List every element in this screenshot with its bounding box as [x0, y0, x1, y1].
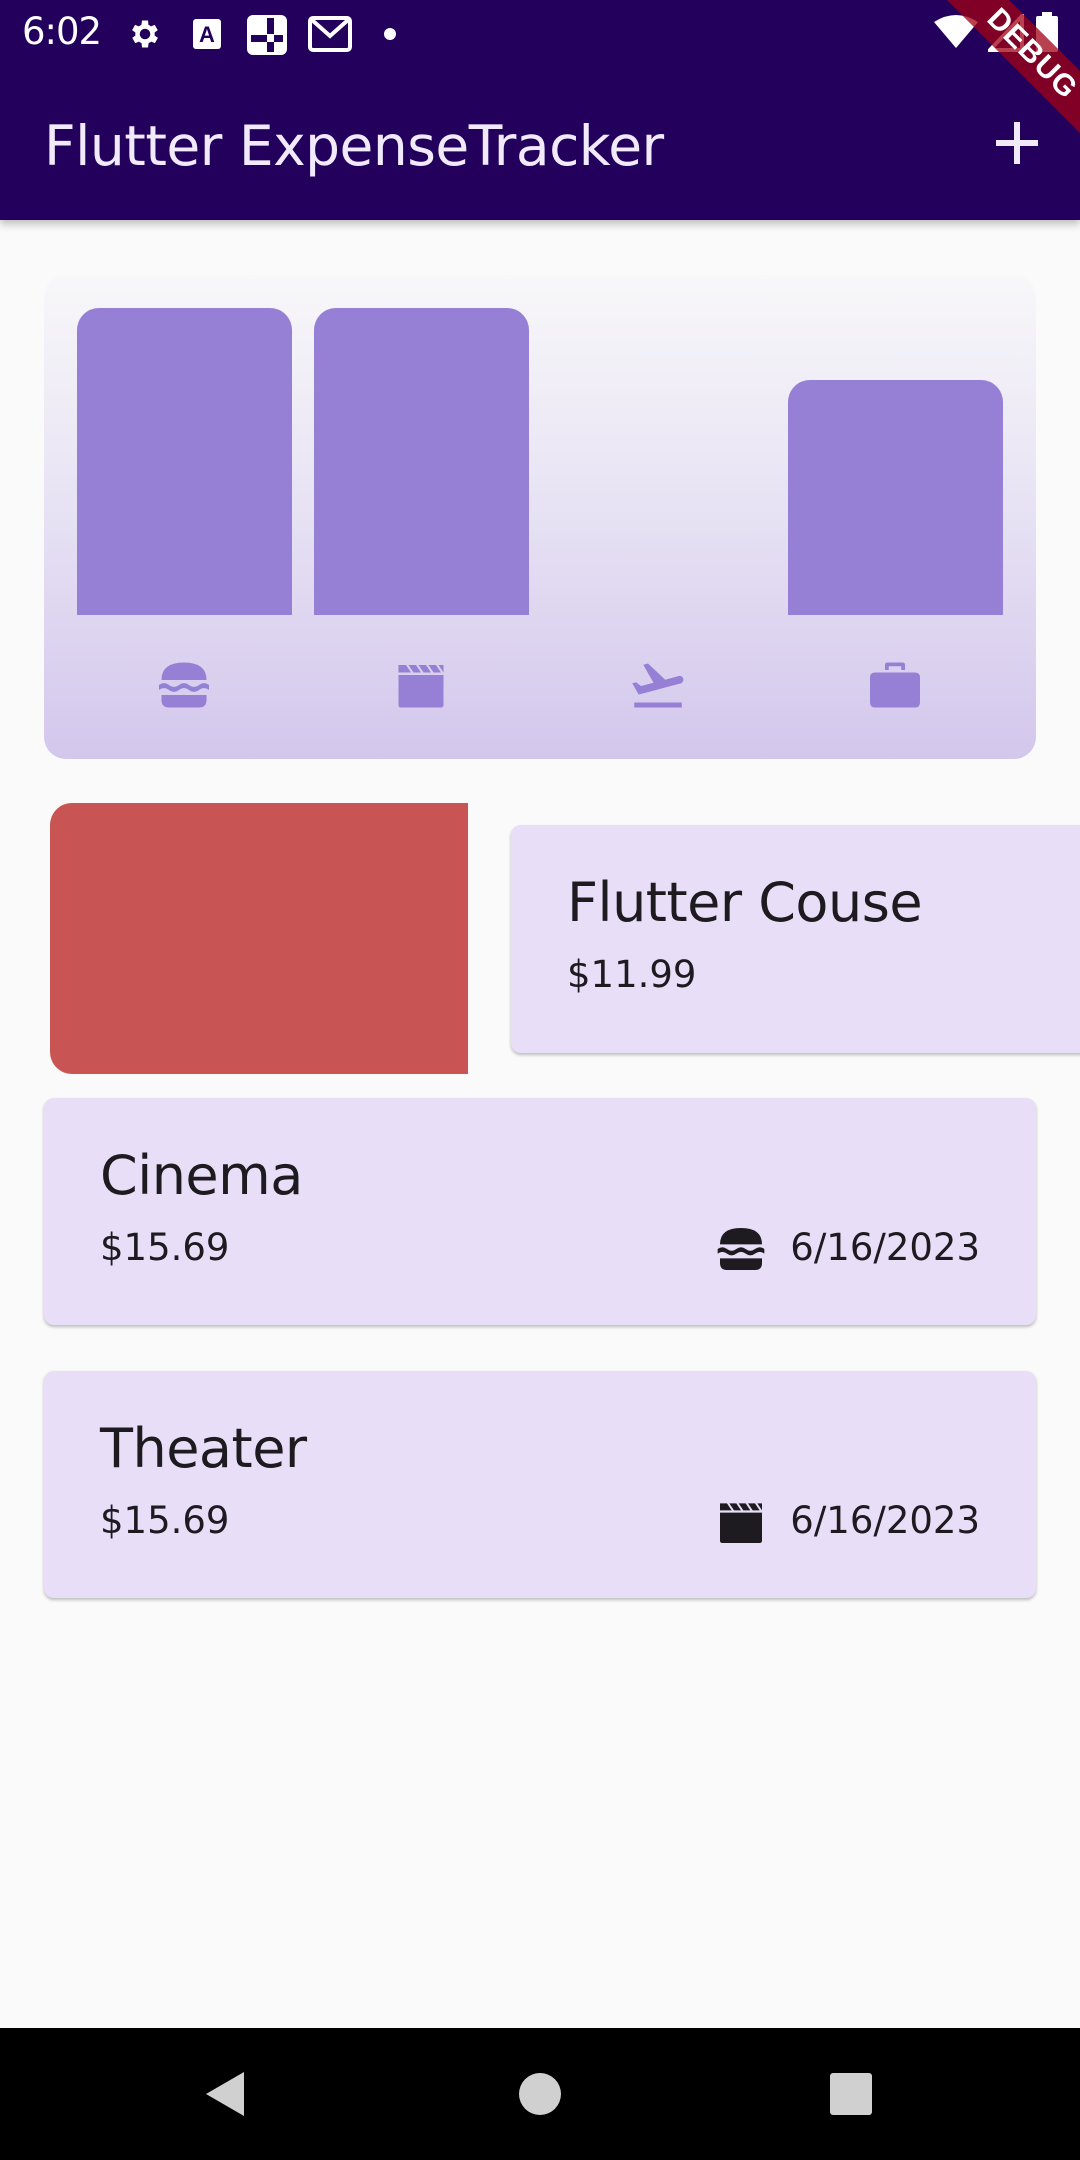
plus-icon [996, 122, 1038, 164]
chart-bar-food [77, 308, 292, 615]
briefcase-icon [870, 662, 920, 708]
status-bar: 6:02 A [0, 0, 1080, 66]
expense-title: Flutter Couse [567, 871, 923, 934]
expense-title: Theater [100, 1417, 307, 1480]
movie-clapper-icon [398, 665, 444, 708]
chart-bar-work [788, 380, 1003, 615]
dismiss-background [50, 803, 468, 1074]
chart-bar-leisure [314, 308, 529, 615]
flight-takeoff-icon [632, 663, 684, 708]
expense-title: Cinema [100, 1144, 303, 1207]
back-icon[interactable] [198, 2066, 254, 2122]
hamburger-icon [717, 1228, 765, 1270]
expense-card-dismissing[interactable]: Flutter Couse $11.99 [511, 825, 1080, 1053]
expense-amount: $11.99 [567, 953, 697, 996]
expense-card[interactable]: Theater $15.69 6/16/2023 [44, 1371, 1036, 1598]
gmail-icon [308, 16, 352, 52]
battery-icon [1036, 12, 1058, 52]
settings-icon [132, 20, 158, 48]
app-bar: Flutter ExpenseTracker [0, 66, 1080, 220]
movie-clapper-icon [720, 1503, 762, 1543]
dot-icon [384, 28, 396, 40]
expense-amount: $15.69 [100, 1226, 230, 1269]
expense-card[interactable]: Cinema $15.69 6/16/2023 [44, 1098, 1036, 1325]
hamburger-icon [159, 662, 209, 708]
app-title: Flutter ExpenseTracker [44, 114, 664, 178]
svg-text:A: A [199, 22, 215, 47]
crossword-icon [247, 15, 287, 55]
expense-amount: $15.69 [100, 1499, 230, 1542]
expense-date: 6/16/2023 [790, 1226, 980, 1269]
status-time: 6:02 [22, 10, 102, 53]
signal-icon [988, 14, 1024, 52]
expense-chart [44, 275, 1036, 759]
system-nav-bar [0, 2028, 1080, 2160]
wifi-icon [934, 15, 978, 48]
add-expense-button[interactable] [982, 108, 1052, 178]
expense-date: 6/16/2023 [790, 1499, 980, 1542]
recents-icon[interactable] [823, 2066, 879, 2122]
home-icon[interactable] [512, 2066, 568, 2122]
a-notification-icon: A [193, 19, 221, 49]
chart-bars [77, 308, 1003, 615]
